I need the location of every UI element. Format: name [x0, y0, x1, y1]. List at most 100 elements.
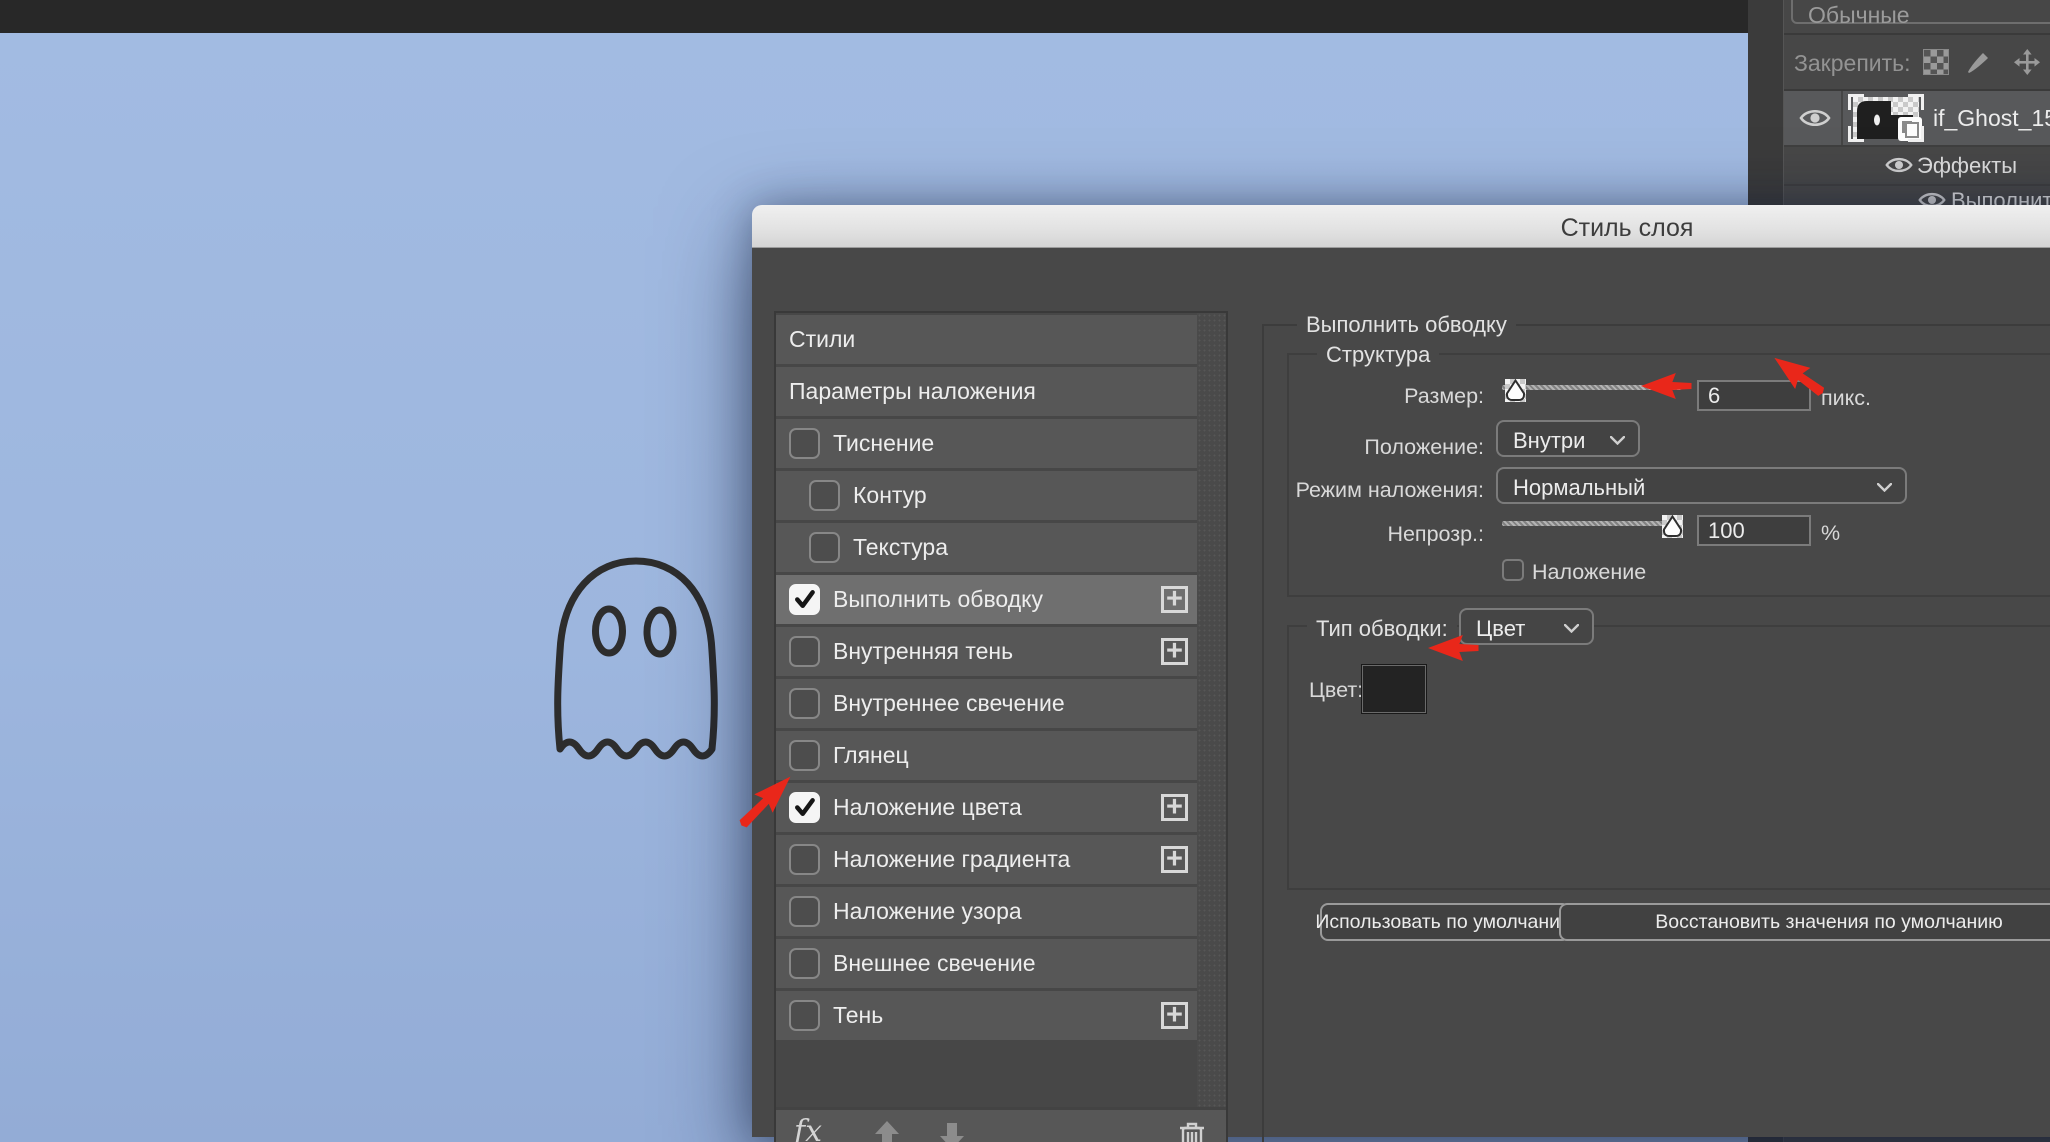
- lock-label: Закрепить:: [1794, 50, 1911, 76]
- style-row-13[interactable]: Тень +: [776, 991, 1197, 1040]
- blend-mode-value: Обычные: [1808, 2, 1910, 28]
- style-row-3[interactable]: Контур: [776, 471, 1197, 520]
- lock-transparency-icon[interactable]: [1923, 49, 1949, 75]
- lock-move-icon[interactable]: [2014, 49, 2040, 75]
- annotation-arrow-position-dropdown: [1641, 373, 1695, 399]
- lock-brush-icon[interactable]: [1965, 49, 1991, 75]
- style-row-5[interactable]: Выполнить обводку +: [776, 575, 1197, 624]
- selection-bracket: [1908, 126, 1924, 142]
- selection-bracket: [1908, 94, 1924, 110]
- move-effect-down-button[interactable]: [936, 1119, 968, 1142]
- reset-to-default-button[interactable]: Восстановить значения по умолчанию: [1559, 903, 2050, 941]
- style-row-label: Контур: [853, 482, 927, 508]
- style-row-0[interactable]: Стили: [776, 315, 1197, 364]
- photoshop-screen: Обычные Закрепить: if_Ghost_1 Эффекты Вы…: [0, 0, 2050, 1142]
- blend-mode-label: Режим наложения:: [1295, 478, 1484, 502]
- opacity-slider-track[interactable]: [1502, 521, 1682, 526]
- stroke-options-pane: Выполнить обводку Структура Размер: пикс…: [1262, 312, 2050, 1142]
- style-checkbox[interactable]: [789, 844, 820, 875]
- style-row-label: Внешнее свечение: [833, 950, 1036, 976]
- add-effect-icon[interactable]: +: [1161, 845, 1188, 874]
- opacity-unit: %: [1821, 521, 1841, 545]
- style-checkbox-checked[interactable]: [789, 792, 820, 823]
- style-row-label: Глянец: [833, 742, 909, 768]
- style-row-label: Наложение цвета: [833, 794, 1022, 820]
- style-row-9[interactable]: Наложение цвета +: [776, 783, 1197, 832]
- size-slider-thumb[interactable]: [1505, 379, 1526, 402]
- style-row-7[interactable]: Внутреннее свечение: [776, 679, 1197, 728]
- selection-bracket: [1848, 126, 1864, 142]
- style-row-2[interactable]: Тиснение: [776, 419, 1197, 468]
- style-row-label: Текстура: [853, 534, 948, 560]
- style-row-label: Тиснение: [833, 430, 935, 456]
- styles-list-scrollbar[interactable]: [1197, 313, 1226, 1142]
- style-checkbox[interactable]: [789, 1000, 820, 1031]
- dialog-body: Стили Параметры наложения Тиснение Контур Те…: [752, 248, 2050, 1142]
- style-row-4[interactable]: Текстура: [776, 523, 1197, 572]
- blend-mode-dropdown-dialog[interactable]: Нормальный: [1496, 467, 1907, 504]
- opacity-slider[interactable]: [1502, 513, 1683, 539]
- style-checkbox[interactable]: [789, 948, 820, 979]
- blend-mode-value: Нормальный: [1513, 475, 1646, 500]
- style-row-label: Наложение узора: [833, 898, 1022, 924]
- dialog-titlebar[interactable]: Стиль слоя: [752, 205, 2050, 248]
- annotation-arrow-color-swatch: [1428, 635, 1482, 661]
- layer-style-dialog: Стиль слоя Стили Параметры наложения Тисне…: [752, 205, 2050, 1142]
- fx-menu-button[interactable]: fx: [794, 1114, 822, 1142]
- fill-type-group: Тип обводки: Цвет Цвет:: [1287, 608, 2050, 890]
- style-row-10[interactable]: Наложение градиента +: [776, 835, 1197, 884]
- effects-visibility-eye-icon[interactable]: [1885, 155, 1913, 175]
- style-checkbox[interactable]: [789, 896, 820, 927]
- style-checkbox-checked[interactable]: [789, 584, 820, 615]
- position-dropdown[interactable]: Внутри: [1496, 420, 1640, 457]
- opacity-input[interactable]: [1697, 515, 1811, 546]
- style-checkbox[interactable]: [789, 636, 820, 667]
- overprint-label: Наложение: [1532, 560, 1647, 584]
- divider: [1784, 33, 2050, 35]
- style-row-1[interactable]: Параметры наложения: [776, 367, 1197, 416]
- add-effect-icon[interactable]: +: [1161, 1001, 1188, 1030]
- style-checkbox[interactable]: [789, 740, 820, 771]
- style-row-12[interactable]: Внешнее свечение: [776, 939, 1197, 988]
- overprint-checkbox[interactable]: [1502, 559, 1524, 581]
- stroke-color-swatch[interactable]: [1361, 664, 1427, 714]
- style-checkbox[interactable]: [809, 480, 840, 511]
- chevron-down-icon: [1877, 483, 1892, 492]
- lock-row: Закрепить:: [1784, 36, 2050, 89]
- style-row-label: Тень: [833, 1002, 884, 1028]
- add-effect-icon[interactable]: +: [1161, 793, 1188, 822]
- layer-name[interactable]: if_Ghost_153: [1933, 105, 2050, 132]
- style-row-6[interactable]: Внутренняя тень +: [776, 627, 1197, 676]
- style-checkbox[interactable]: [809, 532, 840, 563]
- move-effect-up-button[interactable]: [871, 1119, 903, 1142]
- chevron-down-icon: [1564, 624, 1579, 633]
- section-title: Выполнить обводку: [1297, 312, 1516, 338]
- blend-mode-dropdown[interactable]: Обычные: [1791, 0, 2050, 28]
- ghost-artwork: [554, 557, 718, 760]
- opacity-label: Непрозр.:: [1387, 522, 1484, 546]
- selection-bracket: [1848, 94, 1864, 110]
- style-row-label: Стили: [789, 326, 856, 352]
- stroke-effect-row-partial[interactable]: Выполнит: [1784, 186, 2050, 213]
- style-checkbox[interactable]: [789, 688, 820, 719]
- style-row-11[interactable]: Наложение узора: [776, 887, 1197, 936]
- dialog-title: Стиль слоя: [1560, 214, 1694, 242]
- effects-label: Эффекты: [1917, 153, 2018, 178]
- opacity-slider-thumb[interactable]: [1662, 515, 1683, 538]
- style-row-8[interactable]: Глянец: [776, 731, 1197, 780]
- layer-row-selected[interactable]: if_Ghost_153: [1784, 91, 2050, 145]
- effects-row[interactable]: Эффекты: [1784, 147, 2050, 184]
- layer-visibility-eye-icon[interactable]: [1799, 107, 1831, 129]
- position-value: Внутри: [1513, 428, 1586, 453]
- add-effect-icon[interactable]: +: [1161, 585, 1188, 614]
- delete-effect-trash-button[interactable]: [1176, 1119, 1208, 1142]
- layer-thumbnail[interactable]: [1848, 94, 1924, 142]
- stroke-type-value: Цвет: [1476, 616, 1526, 641]
- add-effect-icon[interactable]: +: [1161, 637, 1188, 666]
- style-row-label: Выполнить обводку: [833, 586, 1043, 612]
- position-label: Положение:: [1364, 435, 1484, 459]
- style-checkbox[interactable]: [789, 428, 820, 459]
- structure-group-title: Структура: [1317, 342, 1440, 368]
- make-default-button[interactable]: Использовать по умолчанию: [1315, 903, 1575, 941]
- chevron-down-icon: [1610, 436, 1625, 445]
